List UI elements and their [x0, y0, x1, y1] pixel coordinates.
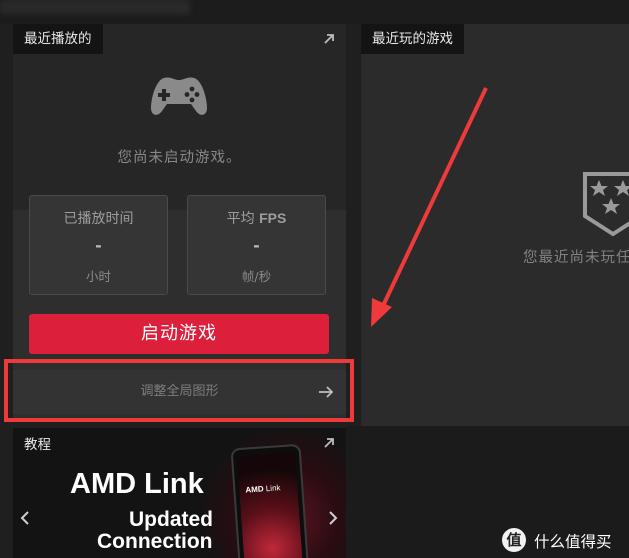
- recent-games-title: 最近玩的游戏: [361, 24, 464, 54]
- tutorial-subline-1: Updated: [129, 508, 213, 531]
- phone-illustration: AMD Link: [230, 443, 310, 558]
- tutorial-panel[interactable]: 教程 AMD Link AMD Link Updated Connection: [13, 428, 346, 558]
- play-time-value: -: [95, 236, 102, 255]
- recently-played-title: 最近播放的: [13, 24, 103, 54]
- average-fps-unit: 帧/秒: [241, 269, 272, 284]
- tutorial-headline: AMD Link: [70, 468, 204, 500]
- average-fps-prefix: 平均: [226, 211, 260, 227]
- tutorial-title: 教程: [24, 437, 51, 453]
- arrow-right-icon: [319, 386, 334, 398]
- arrow-up-right-icon[interactable]: [322, 32, 336, 46]
- phone-brand-amd: AMD: [245, 484, 264, 495]
- average-fps-card: 平均 FPS - 帧/秒: [187, 195, 326, 295]
- play-time-label: 已播放时间: [63, 211, 134, 227]
- no-recent-games-message: 您最近尚未玩任: [523, 250, 629, 266]
- arrow-up-right-icon[interactable]: [322, 436, 336, 450]
- recent-games-panel: 最近玩的游戏 您最近尚未玩任: [361, 24, 629, 426]
- stars-shield-icon: [583, 172, 629, 237]
- top-strip: [0, 0, 629, 24]
- chevron-left-icon[interactable]: [19, 510, 31, 526]
- chevron-right-icon[interactable]: [327, 510, 339, 526]
- tune-global-graphics-button[interactable]: 调整全局图形: [13, 370, 346, 414]
- fps-label: FPS: [259, 210, 287, 226]
- average-fps-label: 平均 FPS: [188, 208, 325, 228]
- phone-brand-link: Link: [265, 483, 281, 494]
- phone-brand: AMD Link: [245, 483, 281, 494]
- gamepad-icon: [151, 77, 207, 115]
- phone-screen: AMD Link: [237, 452, 304, 558]
- tutorial-subline-2: Connection: [97, 530, 213, 553]
- no-game-launched-message: 您尚未启动游戏。: [117, 150, 242, 166]
- play-time-unit: 小时: [85, 269, 111, 284]
- launch-game-button[interactable]: 启动游戏: [29, 314, 329, 354]
- play-time-card: 已播放时间 - 小时: [29, 195, 168, 295]
- watermark: 值 什么值得买: [502, 528, 627, 552]
- tune-global-graphics-label: 调整全局图形: [140, 384, 219, 399]
- recently-played-panel: 最近播放的 您尚未启动游戏。 已播放时间 - 小时 平均 FPS - 帧/秒 启…: [13, 24, 346, 422]
- watermark-badge: 值: [502, 528, 526, 552]
- blurred-header: [0, 0, 190, 14]
- average-fps-value: -: [253, 236, 260, 255]
- watermark-text: 什么值得买: [534, 533, 612, 551]
